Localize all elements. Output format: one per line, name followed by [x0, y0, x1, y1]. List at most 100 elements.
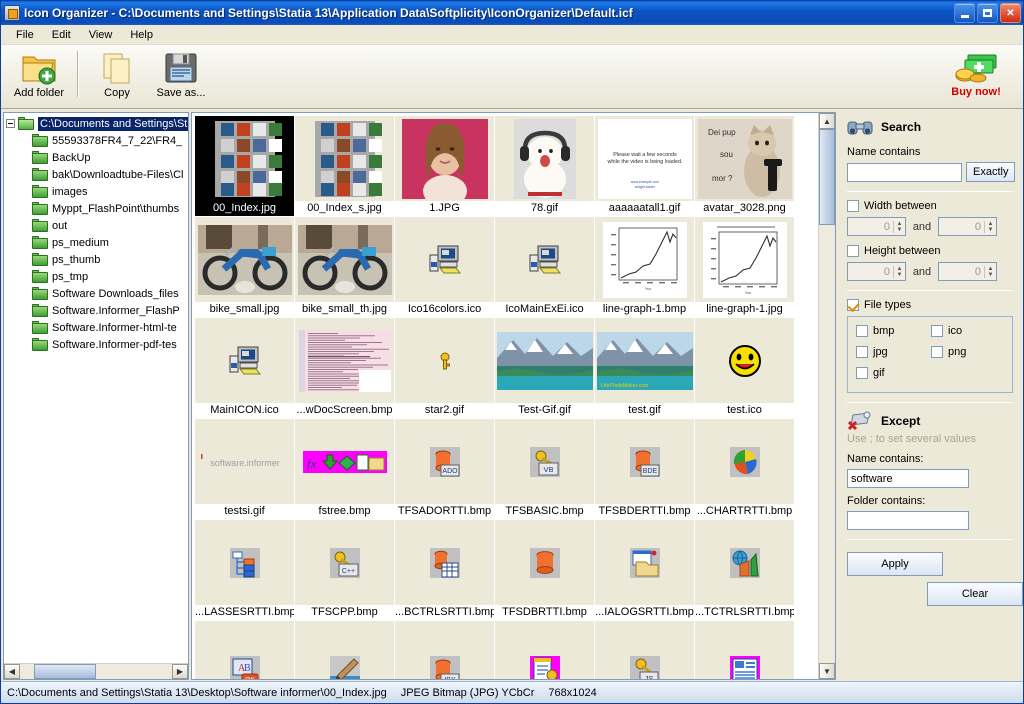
tree-node[interactable]: Myppt_FlashPoint\thumbs — [6, 200, 188, 217]
tree-expander-icon[interactable] — [6, 119, 15, 128]
file-type-checkbox[interactable] — [856, 346, 868, 358]
thumbnail-item[interactable] — [495, 621, 594, 679]
thumbnail-item[interactable]: bike_small_th.jpg — [295, 217, 394, 317]
thumbnail-item[interactable]: C++ TFSCPP.bmp — [295, 520, 394, 620]
thumbnail-item[interactable]: ...wDocScreen.bmp — [295, 318, 394, 418]
thumbnail-item[interactable]: 78.gif — [495, 116, 594, 216]
exactly-button[interactable]: Exactly — [966, 162, 1016, 182]
thumbnail-item[interactable]: ABOK — [195, 621, 294, 679]
thumbnail-item[interactable] — [295, 621, 394, 679]
height-max-arrows[interactable]: ▲ ▼ — [984, 265, 996, 278]
menu-item-edit[interactable]: Edit — [43, 27, 80, 43]
scroll-down-icon[interactable]: ▼ — [819, 663, 835, 679]
maximize-button[interactable] — [977, 3, 998, 23]
file-type-png[interactable]: png — [931, 346, 1006, 358]
name-contains-input[interactable] — [847, 162, 962, 182]
scroll-up-icon[interactable]: ▲ — [819, 113, 835, 129]
thumbnail-item[interactable]: Year line-graph-1.jpg — [695, 217, 794, 317]
tree-node-root[interactable]: C:\Documents and Settings\St — [6, 115, 188, 132]
thumbnail-scroll-thumb[interactable] — [819, 129, 835, 225]
file-type-checkbox[interactable] — [856, 367, 868, 379]
tree-node[interactable]: ps_tmp — [6, 268, 188, 285]
height-between-checkbox[interactable] — [847, 245, 859, 257]
thumbnail-item[interactable]: TFSDBRTTI.bmp — [495, 520, 594, 620]
thumbnail-item[interactable]: IcoMainExEi.ico — [495, 217, 594, 317]
menu-item-help[interactable]: Help — [121, 27, 162, 43]
add-folder-button[interactable]: Add folder — [7, 49, 71, 99]
thumbnail-item[interactable]: ...CHARTRTTI.bmp — [695, 419, 794, 519]
height-min-arrows[interactable]: ▲ ▼ — [893, 265, 905, 278]
thumbnail-item[interactable]: ...TCTRLSRTTI.bmp — [695, 520, 794, 620]
scroll-right-icon[interactable]: ▶ — [172, 664, 188, 679]
tree-node[interactable]: Software Downloads_files — [6, 285, 188, 302]
thumbnail-item[interactable]: ...LASSESRTTI.bmp — [195, 520, 294, 620]
save-as-button[interactable]: Save as... — [149, 49, 213, 99]
thumbnail-item[interactable]: LifePhotoMaker.com test.gif — [595, 318, 694, 418]
thumbnail-item[interactable]: 1.JPG — [395, 116, 494, 216]
menu-item-view[interactable]: View — [80, 27, 122, 43]
folder-tree[interactable]: C:\Documents and Settings\St 55593378FR4_… — [4, 113, 188, 663]
thumbnail-item[interactable]: Year line-graph-1.bmp — [595, 217, 694, 317]
minimize-button[interactable] — [954, 3, 975, 23]
thumbnail-item[interactable]: Test-Gif.gif — [495, 318, 594, 418]
tree-horizontal-scrollbar[interactable]: ◀ ▶ — [4, 663, 188, 679]
tree-scroll-track[interactable] — [20, 664, 172, 679]
file-type-ico[interactable]: ico — [931, 325, 1006, 337]
thumbnail-item[interactable]: software.informer testsi.gif — [195, 419, 294, 519]
thumbnail-item[interactable]: Ico16colors.ico — [395, 217, 494, 317]
thumbnail-scroll-track[interactable] — [819, 129, 835, 663]
menu-item-file[interactable]: File — [7, 27, 43, 43]
thumbnail-item[interactable]: Please wait a few seconds while the video… — [595, 116, 694, 216]
tree-scroll-thumb[interactable] — [34, 664, 96, 679]
width-min-stepper[interactable]: 0 ▲ ▼ — [847, 217, 906, 236]
file-type-jpg[interactable]: jpg — [856, 346, 931, 358]
thumbnail-item[interactable]: bike_small.jpg — [195, 217, 294, 317]
tree-node[interactable]: 55593378FR4_7_22\FR4_ — [6, 132, 188, 149]
file-type-checkbox[interactable] — [931, 346, 943, 358]
thumbnail-item[interactable] — [695, 621, 794, 679]
tree-node[interactable]: out — [6, 217, 188, 234]
tree-node[interactable]: Software.Informer_FlashP — [6, 302, 188, 319]
thumbnail-grid[interactable]: 00_Index.jpg 00_Index_s.jpg 1.JPG 78.gif Ple… — [192, 113, 818, 679]
thumbnail-item[interactable]: JS — [595, 621, 694, 679]
thumbnail-item[interactable]: test.ico — [695, 318, 794, 418]
tree-node[interactable]: ps_medium — [6, 234, 188, 251]
thumbnail-item[interactable]: IBX — [395, 621, 494, 679]
file-types-checkbox[interactable] — [847, 299, 859, 311]
clear-button[interactable]: Clear — [927, 582, 1023, 606]
buy-now-button[interactable]: Buy now! — [939, 49, 1013, 98]
thumbnail-item[interactable]: ADO TFSADORTTI.bmp — [395, 419, 494, 519]
file-types-grid[interactable]: bmp ico jpg png gif — [856, 325, 1006, 388]
thumbnail-item[interactable]: ...BCTRLSRTTI.bmp — [395, 520, 494, 620]
height-max-stepper[interactable]: 0 ▲ ▼ — [938, 262, 997, 281]
tree-node[interactable]: BackUp — [6, 149, 188, 166]
tree-node[interactable]: images — [6, 183, 188, 200]
except-name-input[interactable] — [847, 469, 969, 488]
file-type-gif[interactable]: gif — [856, 367, 931, 379]
file-type-bmp[interactable]: bmp — [856, 325, 931, 337]
thumbnail-vertical-scrollbar[interactable]: ▲ ▼ — [818, 113, 835, 679]
width-max-arrows[interactable]: ▲ ▼ — [984, 220, 996, 233]
file-types-row[interactable]: File types — [847, 299, 1013, 311]
scroll-left-icon[interactable]: ◀ — [4, 664, 20, 679]
thumbnail-item[interactable]: 00_Index.jpg — [195, 116, 294, 216]
thumbnail-item[interactable]: Dei pup sou mor ? avatar_3028.png — [695, 116, 794, 216]
thumbnail-item[interactable]: VB TFSBASIC.bmp — [495, 419, 594, 519]
thumbnail-item[interactable]: fx fstree.bmp — [295, 419, 394, 519]
thumbnail-item[interactable]: ...IALOGSRTTI.bmp — [595, 520, 694, 620]
tree-node[interactable]: bak\Downloadtube-Files\Cl — [6, 166, 188, 183]
except-folder-input[interactable] — [847, 511, 969, 530]
width-max-stepper[interactable]: 0 ▲ ▼ — [938, 217, 997, 236]
tree-node[interactable]: ps_thumb — [6, 251, 188, 268]
file-type-checkbox[interactable] — [931, 325, 943, 337]
tree-node[interactable]: Software.Informer-html-te — [6, 319, 188, 336]
width-between-checkbox[interactable] — [847, 200, 859, 212]
width-min-arrows[interactable]: ▲ ▼ — [893, 220, 905, 233]
width-between-row[interactable]: Width between — [847, 200, 1013, 212]
thumbnail-item[interactable]: MainICON.ico — [195, 318, 294, 418]
height-between-row[interactable]: Height between — [847, 245, 1013, 257]
close-button[interactable]: ✕ — [1000, 3, 1021, 23]
thumbnail-item[interactable]: star2.gif — [395, 318, 494, 418]
height-min-stepper[interactable]: 0 ▲ ▼ — [847, 262, 906, 281]
thumbnail-item[interactable]: BDE TFSBDERTTI.bmp — [595, 419, 694, 519]
